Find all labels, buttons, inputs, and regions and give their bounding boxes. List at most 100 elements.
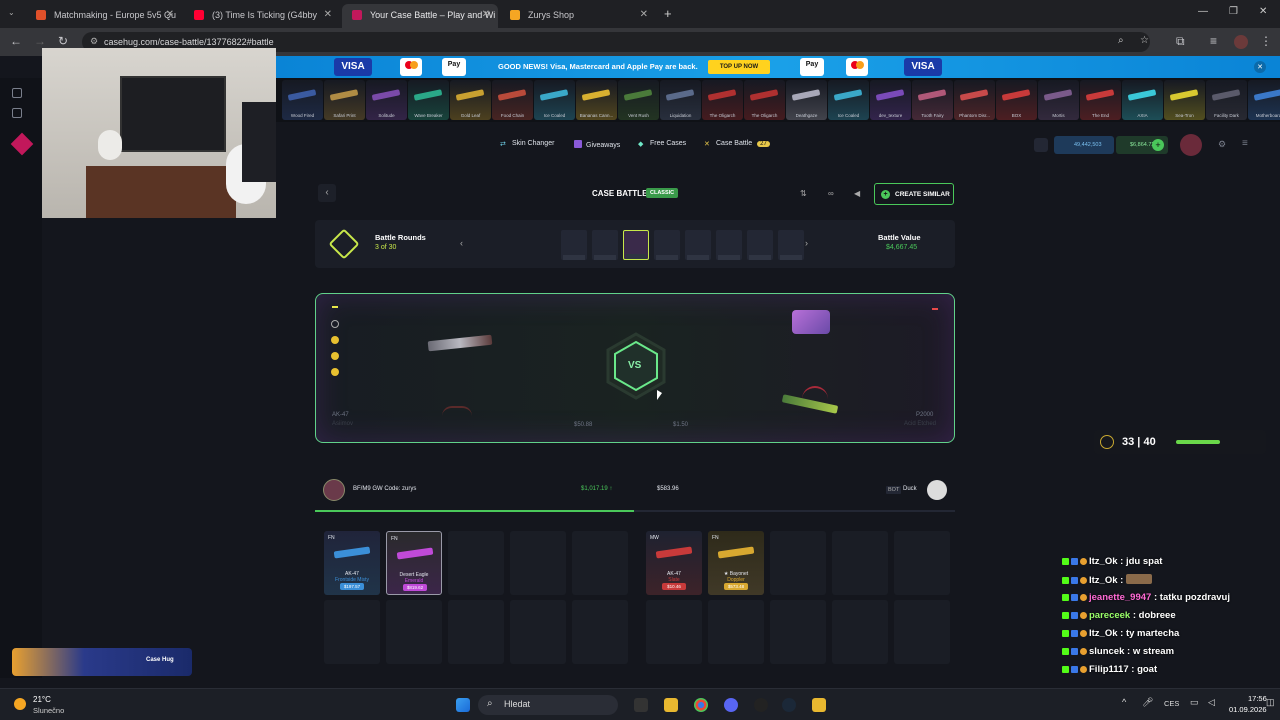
network-icon[interactable]: ▭ <box>1190 697 1199 708</box>
create-similar-button[interactable]: + CREATE SIMILAR <box>874 183 954 205</box>
casehug-logo[interactable] <box>10 132 34 156</box>
user-icon[interactable] <box>12 88 22 98</box>
round-thumb[interactable] <box>685 230 711 260</box>
live-drop-item[interactable]: Tooth Fairy <box>912 80 953 120</box>
notification-icon[interactable]: ◫ <box>1266 697 1275 708</box>
close-icon[interactable]: ✕ <box>482 9 490 20</box>
chat-username[interactable]: pareceek <box>1089 610 1130 621</box>
weather-sun-icon[interactable] <box>14 698 26 710</box>
round-thumb[interactable] <box>654 230 680 260</box>
close-icon[interactable]: ✕ <box>166 9 174 20</box>
steam-icon[interactable] <box>782 698 796 712</box>
forward-icon[interactable]: → <box>34 34 46 48</box>
reading-list-icon[interactable]: ≡ <box>1210 34 1217 48</box>
live-drop-item[interactable]: Ice Coaled <box>828 80 869 120</box>
won-item-card[interactable]: FN Desert Eagle Emerald $819.62 <box>386 531 442 595</box>
user-avatar[interactable] <box>1180 134 1202 156</box>
live-drop-item[interactable]: Sea-Tron <box>1164 80 1205 120</box>
chat-username[interactable]: jeanette_9947 <box>1089 592 1151 603</box>
round-thumb[interactable] <box>716 230 742 260</box>
taskbar-search[interactable]: ⌕ Hledat <box>478 695 618 715</box>
live-drop-item[interactable]: Food Chain <box>492 80 533 120</box>
menu-kebab-icon[interactable]: ⋮ <box>1260 34 1272 48</box>
chat-username[interactable]: Filip1117 <box>1089 664 1129 675</box>
player1-avatar[interactable] <box>323 479 345 501</box>
live-drop-item[interactable]: Gold Leaf <box>450 80 491 120</box>
app-icon[interactable] <box>812 698 826 712</box>
live-drop-item[interactable]: Mortis <box>1038 80 1079 120</box>
top-up-button[interactable]: TOP UP NOW <box>708 60 770 74</box>
live-drop-item[interactable]: Bananas Cann... <box>576 80 617 120</box>
live-drop-item[interactable]: Deathgaze <box>786 80 827 120</box>
rounds-next-button[interactable]: › <box>805 238 808 248</box>
live-drop-item[interactable]: Phantom Disr... <box>954 80 995 120</box>
round-thumb[interactable] <box>747 230 773 260</box>
chat-username[interactable]: sluncek <box>1089 646 1124 657</box>
emoji-icon[interactable] <box>331 368 339 376</box>
tab-youtube[interactable]: (3) Time Is Ticking (G4bby ✕ <box>184 4 340 28</box>
profile-avatar[interactable] <box>1234 35 1248 49</box>
round-thumb[interactable] <box>778 230 804 260</box>
tab-zurys-shop[interactable]: Zurys Shop ✕ <box>500 4 656 28</box>
won-item-card[interactable]: MW AK-47 Slate $10.46 <box>646 531 702 595</box>
calendar-icon[interactable] <box>1034 138 1048 152</box>
tab-search-icon[interactable]: ⌄ <box>8 8 15 17</box>
tab-matchmaking[interactable]: Matchmaking - Europe 5v5 Qu ✕ <box>26 4 182 28</box>
live-drop-item[interactable]: The Oligarch <box>744 80 785 120</box>
live-drop-item[interactable]: Safari Print <box>324 80 365 120</box>
fairness-icon[interactable]: ⇅ <box>800 189 807 198</box>
back-button[interactable]: ‹ <box>318 184 336 202</box>
close-icon[interactable]: ✕ <box>640 9 648 20</box>
won-item-card[interactable]: FN ★ Bayonet Doppler $573.48 <box>708 531 764 595</box>
live-drop-item[interactable]: Wood Fired <box>282 80 323 120</box>
minimize-button[interactable]: — <box>1198 6 1208 17</box>
live-drop-item[interactable]: Wave Breaker <box>408 80 449 120</box>
settings-icon[interactable]: ⚙ <box>1218 139 1226 150</box>
round-thumb[interactable] <box>623 230 649 260</box>
menu-icon[interactable]: ≡ <box>1242 138 1248 149</box>
chat-username[interactable]: Itz_Ok <box>1089 575 1118 586</box>
close-icon[interactable]: ✕ <box>324 9 332 20</box>
nav-case-battle[interactable]: ✕ Case Battle 27 <box>704 140 770 148</box>
live-drop-item[interactable]: The End <box>1080 80 1121 120</box>
maximize-button[interactable]: ❐ <box>1229 6 1238 17</box>
live-drop-item[interactable]: Ice Coaled <box>534 80 575 120</box>
live-drop-item[interactable]: BOX <box>996 80 1037 120</box>
nav-giveaways[interactable]: Giveaways <box>574 140 620 149</box>
new-tab-button[interactable]: + <box>664 6 672 21</box>
inventory-icon[interactable] <box>12 108 22 118</box>
language-indicator[interactable]: CES <box>1164 699 1179 708</box>
add-funds-button[interactable]: + <box>1152 139 1164 151</box>
window-close-button[interactable]: ✕ <box>1259 6 1267 17</box>
live-drop-item[interactable]: dev_texture <box>870 80 911 120</box>
nav-free-cases[interactable]: ◆ Free Cases <box>638 140 686 148</box>
player2-avatar[interactable] <box>927 480 947 500</box>
microphone-icon[interactable]: 🎤︎ <box>1142 697 1153 708</box>
chrome-icon[interactable] <box>694 698 708 712</box>
live-drop-item[interactable]: Facility Dark <box>1206 80 1247 120</box>
emoji-icon[interactable] <box>331 352 339 360</box>
site-info-icon[interactable]: ⚙ <box>90 36 98 47</box>
live-drop-item[interactable]: Liquidation <box>660 80 701 120</box>
sound-icon[interactable]: ◀ <box>854 189 860 198</box>
rounds-prev-button[interactable]: ‹ <box>460 238 463 248</box>
windows-start-icon[interactable] <box>456 698 470 712</box>
discord-icon[interactable] <box>724 698 738 712</box>
won-item-card[interactable]: FN AK-47 Frontside Misty $197.57 <box>324 531 380 595</box>
tab-case-battle[interactable]: Your Case Battle – Play and Wi ✕ <box>342 4 498 28</box>
chat-username[interactable]: Itz_Ok <box>1089 628 1118 639</box>
close-promo-button[interactable]: ✕ <box>1254 61 1266 73</box>
bookmark-star-icon[interactable]: ☆ <box>1140 35 1149 46</box>
live-drop-item[interactable]: AXIA <box>1122 80 1163 120</box>
file-explorer-icon[interactable] <box>664 698 678 712</box>
nav-skin-changer[interactable]: ⇄ Skin Changer <box>500 140 554 148</box>
coin-balance[interactable]: 49,442,503 <box>1054 136 1114 154</box>
live-drop-item[interactable]: Vent Rush <box>618 80 659 120</box>
tray-chevron-icon[interactable]: ^ <box>1122 697 1126 707</box>
round-thumb[interactable] <box>561 230 587 260</box>
chat-username[interactable]: Itz_Ok <box>1089 556 1118 567</box>
back-icon[interactable]: ← <box>10 34 22 48</box>
link-icon[interactable]: ∞ <box>828 189 834 198</box>
obs-icon[interactable] <box>754 698 768 712</box>
live-drop-item[interactable]: Motherboard <box>1248 80 1280 120</box>
